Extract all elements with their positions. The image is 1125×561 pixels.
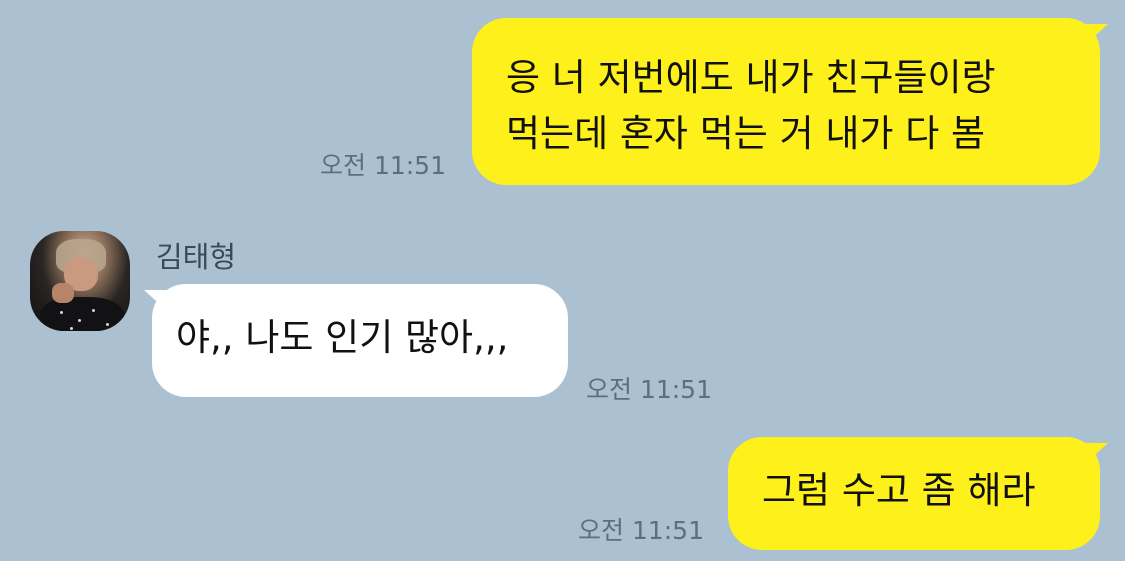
message-line: 먹는데 혼자 먹는 거 내가 다 봄 [506,112,986,155]
outgoing-message-bubble[interactable]: 응 너 저번에도 내가 친구들이랑 먹는데 혼자 먹는 거 내가 다 봄 [472,18,1108,185]
message-timestamp: 오전 11:51 [578,516,704,545]
avatar[interactable] [30,231,130,331]
outgoing-message-bubble[interactable]: 그럼 수고 좀 해라 [728,437,1108,550]
message-text: 그럼 수고 좀 해라 [762,469,1036,512]
chat-room: 응 너 저번에도 내가 친구들이랑 먹는데 혼자 먹는 거 내가 다 봄 오전 … [0,0,1125,561]
message-timestamp: 오전 11:51 [586,375,712,404]
message-timestamp: 오전 11:51 [320,151,446,180]
sender-name[interactable]: 김태형 [156,234,236,276]
message-line: 응 너 저번에도 내가 친구들이랑 [506,56,996,99]
message-text: 야,, 나도 인기 많아,,, [176,316,509,359]
incoming-message-bubble[interactable]: 야,, 나도 인기 많아,,, [144,284,568,397]
